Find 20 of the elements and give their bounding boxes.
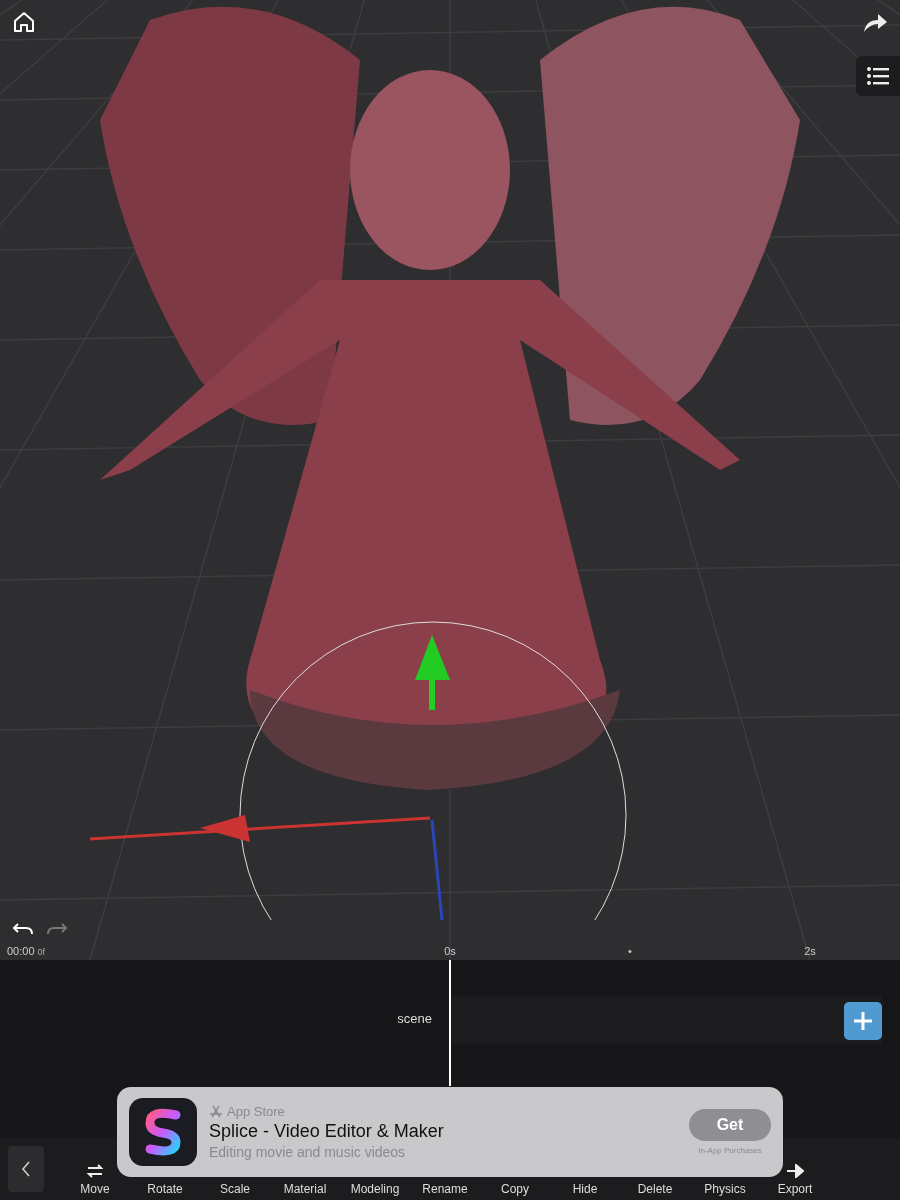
ad-source: App Store — [227, 1104, 285, 1119]
time-tick-label: 2s — [804, 945, 816, 957]
timecode: 00:00 0f — [7, 945, 46, 957]
home-icon[interactable] — [12, 10, 36, 34]
share-icon[interactable] — [862, 12, 888, 34]
add-button[interactable] — [844, 1002, 882, 1040]
list-icon — [867, 67, 889, 85]
timeline-track[interactable] — [451, 996, 882, 1044]
arrow-right-icon — [786, 1164, 804, 1178]
app-store-icon — [209, 1105, 223, 1118]
ad-title: Splice - Video Editor & Maker — [209, 1121, 445, 1142]
ad-subtitle: Editing movie and music videos — [209, 1144, 407, 1160]
time-tick-label: 0s — [444, 945, 456, 957]
swap-arrows-icon — [86, 1164, 104, 1178]
time-tick-label: • — [628, 945, 632, 957]
chevron-left-icon — [21, 1160, 31, 1178]
app-icon — [129, 1098, 197, 1166]
plus-icon — [853, 1011, 873, 1031]
list-menu-button[interactable] — [856, 56, 900, 96]
track-label: scene — [397, 1011, 432, 1026]
